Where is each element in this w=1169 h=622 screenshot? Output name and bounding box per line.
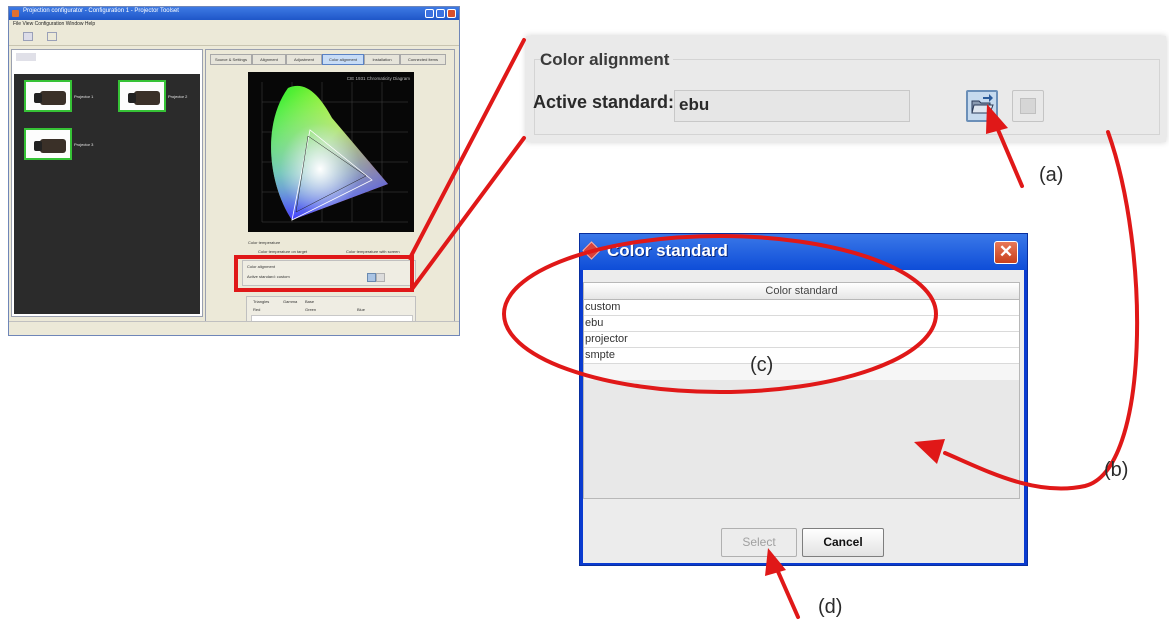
highlight-box (234, 255, 414, 292)
arrow-shaft (774, 565, 800, 619)
arrow-shaft (994, 123, 1024, 188)
annotation-overlay (234, 38, 1140, 619)
annotation-d: (d) (818, 596, 843, 618)
zoom-line (408, 38, 526, 260)
annotation-b: (b) (1104, 459, 1129, 481)
annotation-c: (c) (750, 354, 774, 376)
annotation-a: (a) (1039, 164, 1064, 186)
arrow-head (765, 548, 786, 576)
zoom-line (410, 136, 526, 291)
arrow-head (986, 104, 1008, 134)
highlight-ellipse (502, 234, 938, 394)
arrow-head (914, 439, 945, 464)
